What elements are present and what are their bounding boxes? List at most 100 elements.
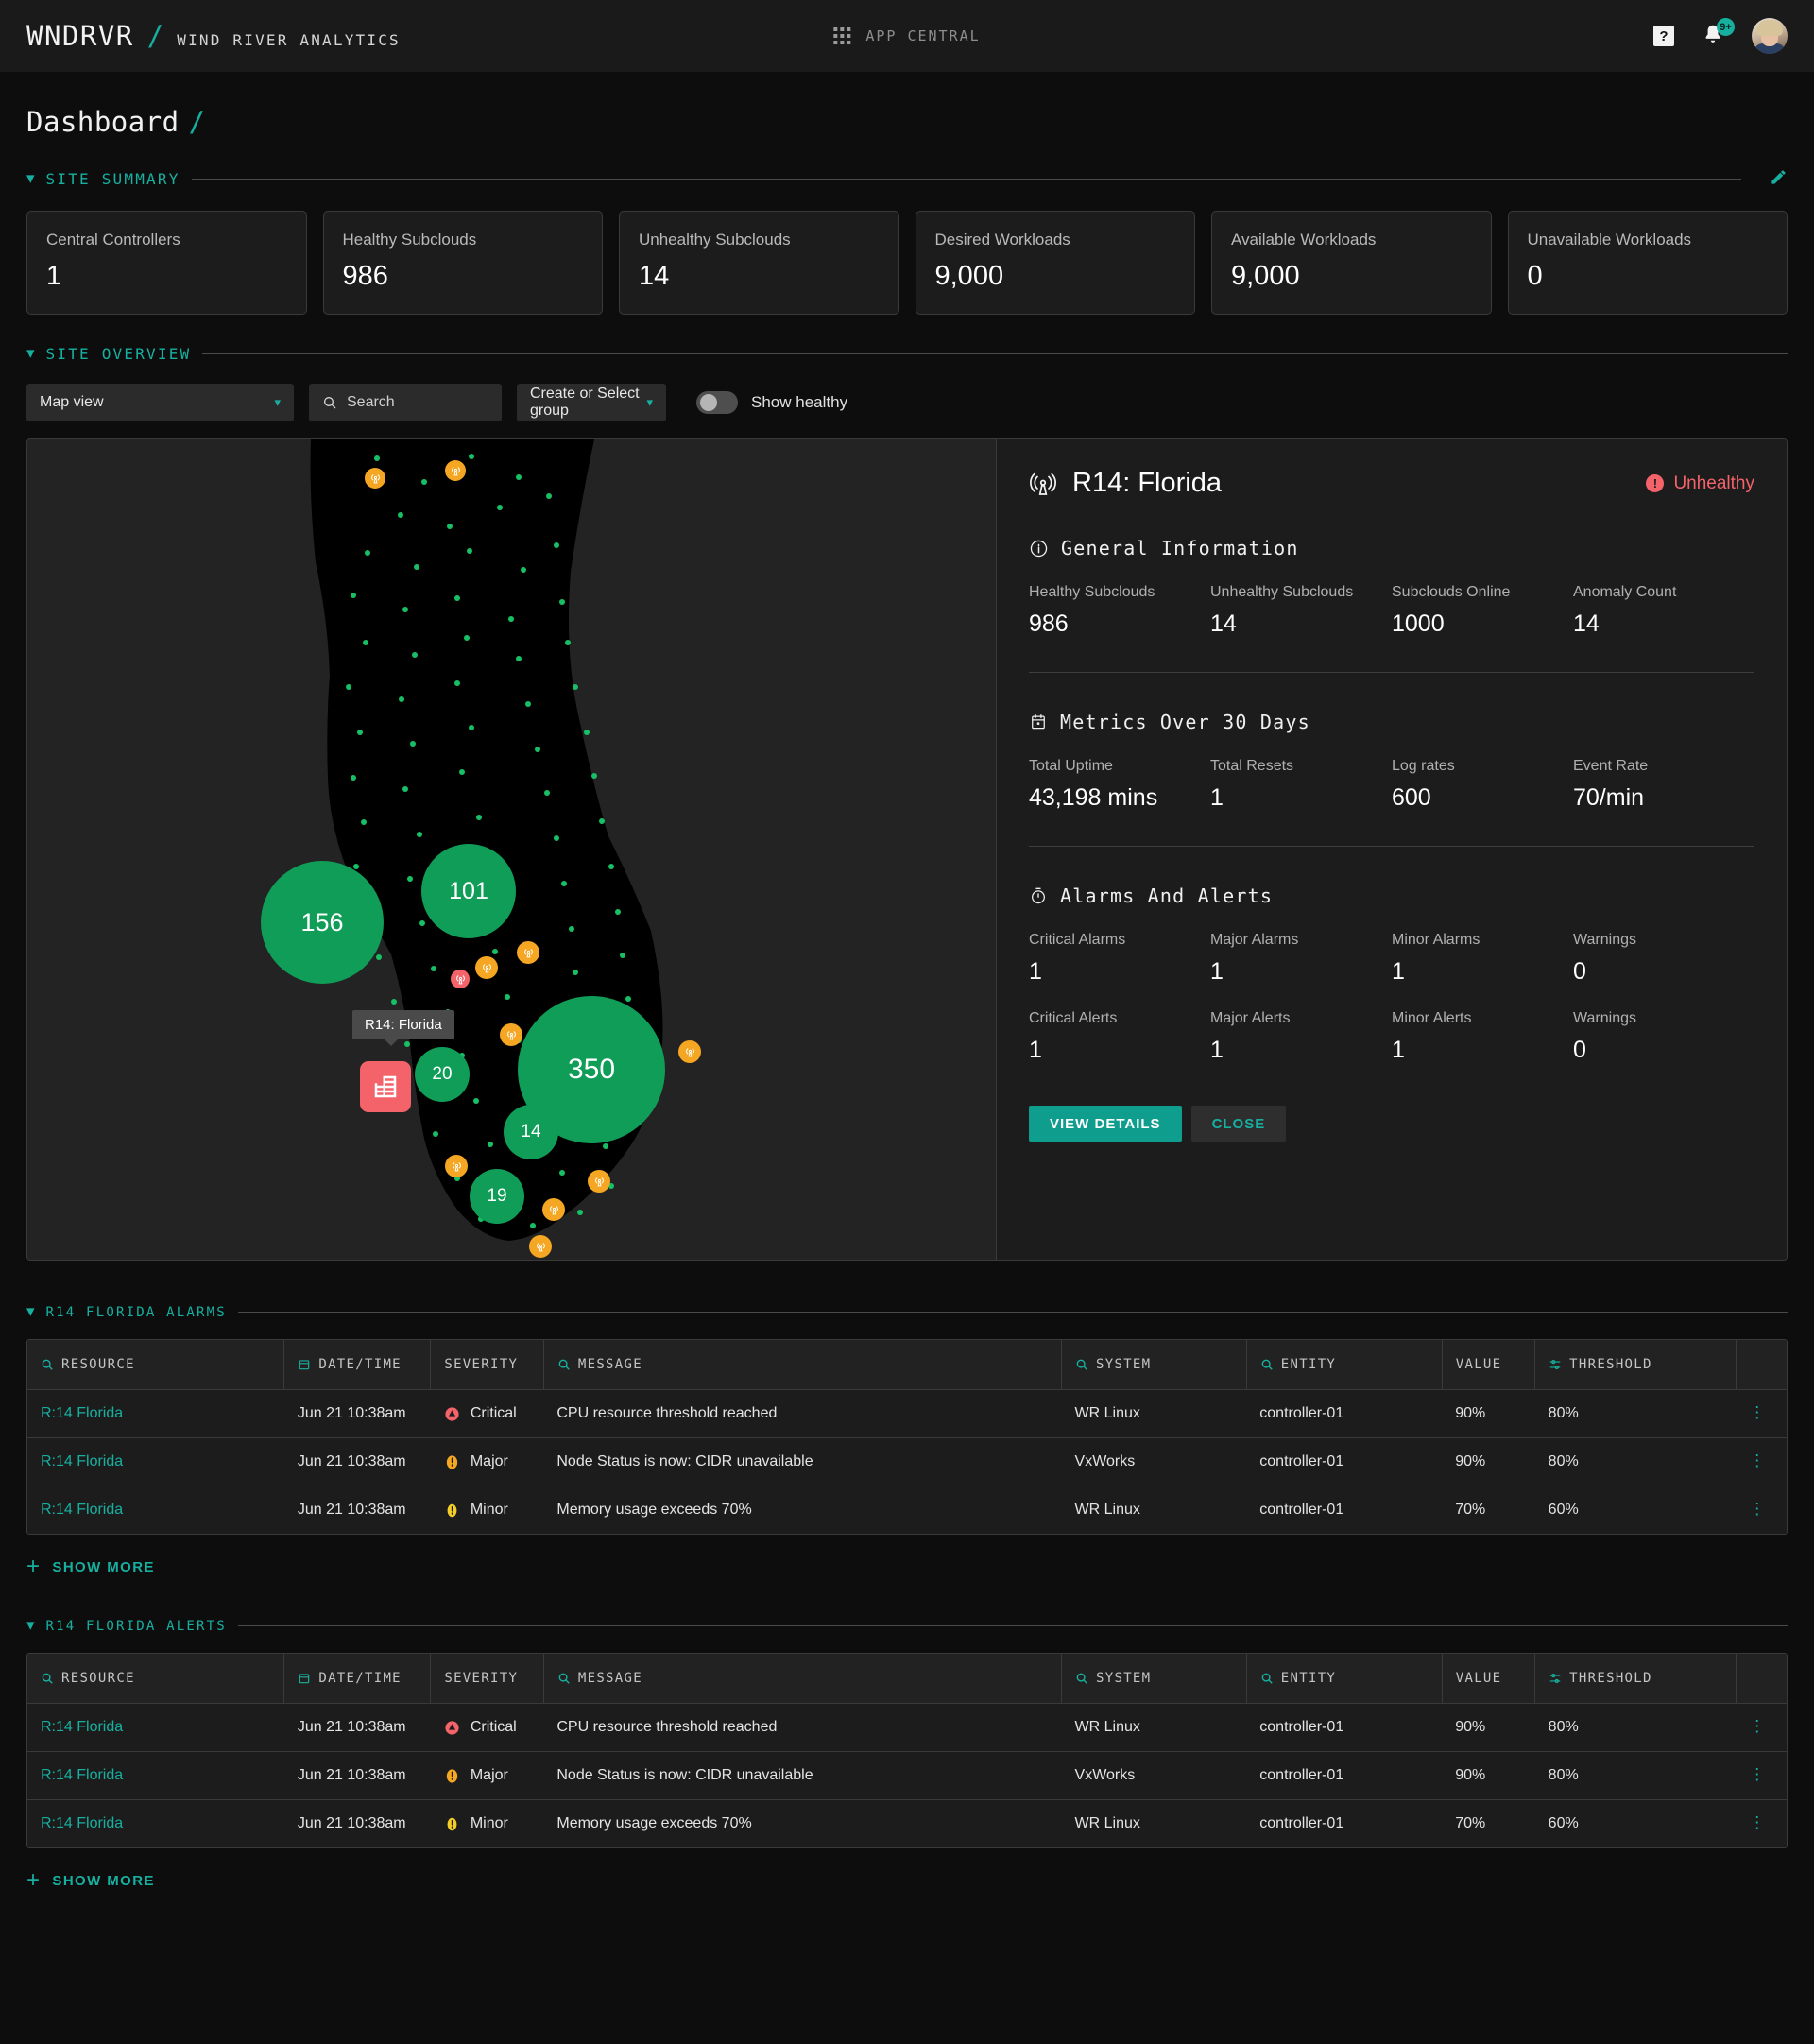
search-icon [1076,1673,1087,1684]
resource-link[interactable]: R:14 Florida [41,1815,123,1831]
avatar[interactable] [1752,18,1788,54]
notifications-button[interactable]: 9+ [1701,18,1735,49]
cell-actions: ⋮ [1736,1486,1787,1534]
help-icon[interactable]: ? [1653,26,1674,46]
view-details-button[interactable]: VIEW DETAILS [1029,1106,1182,1142]
panel-actions: VIEW DETAILS CLOSE [1029,1106,1754,1142]
column-message[interactable]: MESSAGE [543,1340,1063,1390]
table-row[interactable]: R:14 Florida Jun 21 10:38am Minor Memory… [27,1799,1787,1847]
severity-critical-icon [444,1719,461,1736]
table-row[interactable]: R:14 Florida Jun 21 10:38am Critical CPU… [27,1389,1787,1438]
column-datetime[interactable]: DATE/TIME [283,1654,432,1704]
column-severity[interactable]: SEVERITY [430,1654,544,1704]
brand-logo[interactable]: WNDRVR / WIND RIVER ANALYTICS [26,20,401,52]
column-resource[interactable]: RESOURCE [27,1654,285,1704]
resource-link[interactable]: R:14 Florida [41,1767,123,1783]
cell-threshold: 60% [1534,1799,1737,1847]
show-healthy-toggle[interactable] [696,391,738,414]
alarms-section-header[interactable]: ▾ R14 FLORIDA ALARMS [26,1303,1788,1320]
divider [237,1312,1788,1313]
search-placeholder: Search [347,394,395,410]
metric-minor-alerts: Minor Alerts 1 [1392,1010,1573,1064]
card-unavailable-workloads[interactable]: Unavailable Workloads 0 [1507,211,1788,315]
metric-label: Critical Alerts [1029,1010,1118,1026]
table-row[interactable]: R:14 Florida Jun 21 10:38am Major Node S… [27,1751,1787,1800]
edit-pencil-icon[interactable] [1770,168,1788,190]
column-entity[interactable]: ENTITY [1246,1654,1443,1704]
column-resource[interactable]: RESOURCE [27,1340,285,1390]
table-row[interactable]: R:14 Florida Jun 21 10:38am Minor Memory… [27,1486,1787,1534]
card-label: Unhealthy Subclouds [639,231,791,249]
row-menu-icon[interactable]: ⋮ [1749,1765,1765,1783]
brand-separator: / [146,20,164,52]
search-input[interactable]: Search [309,384,502,421]
search-icon [558,1673,570,1684]
cell-value: 90% [1442,1751,1535,1800]
column-entity[interactable]: ENTITY [1246,1340,1443,1390]
cell-entity: controller-01 [1246,1437,1443,1486]
selected-site-marker[interactable] [360,1061,411,1112]
row-menu-icon[interactable]: ⋮ [1749,1813,1765,1831]
alerts-show-more-button[interactable]: + SHOW MORE [26,1869,1788,1892]
cell-system: WR Linux [1061,1703,1247,1752]
filter-icon [1549,1359,1561,1370]
column-value[interactable]: VALUE [1442,1340,1536,1390]
top-bar: WNDRVR / WIND RIVER ANALYTICS APP CENTRA… [0,0,1814,72]
group-select[interactable]: Create or Select group ▾ [517,384,666,421]
resource-link[interactable]: R:14 Florida [41,1405,123,1421]
resource-link[interactable]: R:14 Florida [41,1453,123,1469]
alarms-show-more-button[interactable]: + SHOW MORE [26,1555,1788,1578]
site-summary-header[interactable]: ▾ SITE SUMMARY [26,168,1788,190]
column-datetime[interactable]: DATE/TIME [283,1340,432,1390]
status-label: Unhealthy [1673,472,1754,493]
close-button[interactable]: CLOSE [1190,1106,1287,1142]
app-central-launcher[interactable]: APP CENTRAL [833,27,980,44]
cluster-bubble: 19 [470,1169,524,1224]
column-system[interactable]: SYSTEM [1061,1654,1247,1704]
row-menu-icon[interactable]: ⋮ [1749,1717,1765,1735]
card-available-workloads[interactable]: Available Workloads 9,000 [1211,211,1492,315]
cell-value: 70% [1442,1486,1535,1534]
row-menu-icon[interactable]: ⋮ [1749,1451,1765,1469]
table-row[interactable]: R:14 Florida Jun 21 10:38am Critical CPU… [27,1703,1787,1752]
view-mode-select[interactable]: Map view ▾ [26,384,294,421]
page-bottom-spacer [0,1892,1814,1958]
cell-message: CPU resource threshold reached [543,1389,1062,1438]
column-threshold[interactable]: THRESHOLD [1534,1654,1737,1704]
brand-name: WNDRVR [26,20,134,52]
calendar-icon [299,1360,310,1370]
node-warning [365,468,385,489]
table-row[interactable]: R:14 Florida Jun 21 10:38am Major Node S… [27,1437,1787,1486]
site-overview-header[interactable]: ▾ SITE OVERVIEW [26,345,1788,363]
alerts-section-header[interactable]: ▾ R14 FLORIDA ALERTS [26,1617,1788,1634]
show-more-label: SHOW MORE [52,1558,155,1575]
column-threshold[interactable]: THRESHOLD [1534,1340,1737,1390]
row-menu-icon[interactable]: ⋮ [1749,1500,1765,1518]
cell-severity: Major [430,1751,544,1800]
column-system[interactable]: SYSTEM [1061,1340,1247,1390]
column-severity[interactable]: SEVERITY [430,1340,544,1390]
row-menu-icon[interactable]: ⋮ [1749,1403,1765,1421]
metric-critical-alerts: Critical Alerts 1 [1029,1010,1210,1064]
card-desired-workloads[interactable]: Desired Workloads 9,000 [915,211,1195,315]
card-central-controllers[interactable]: Central Controllers 1 [26,211,307,315]
cell-datetime: Jun 21 10:38am [283,1799,431,1847]
cell-message: Node Status is now: CIDR unavailable [543,1437,1062,1486]
cell-threshold: 60% [1534,1486,1737,1534]
column-value[interactable]: VALUE [1442,1654,1536,1704]
severity-label: Minor [470,1815,508,1831]
resource-link[interactable]: R:14 Florida [41,1502,123,1518]
column-message[interactable]: MESSAGE [543,1654,1063,1704]
panel-title: R14: Florida [1072,468,1222,498]
cell-message: CPU resource threshold reached [543,1703,1062,1752]
cluster-bubble: 14 [504,1105,558,1159]
metric-label: Unhealthy Subclouds [1210,584,1354,600]
map-view[interactable]: 156 101 20 350 14 19 R14: Florida [27,439,996,1260]
resource-link[interactable]: R:14 Florida [41,1719,123,1735]
card-unhealthy-subclouds[interactable]: Unhealthy Subclouds 14 [619,211,899,315]
cell-entity: controller-01 [1246,1486,1443,1534]
column-label: ENTITY [1280,1671,1337,1686]
plus-icon: + [26,1554,42,1579]
divider [237,1625,1788,1626]
card-healthy-subclouds[interactable]: Healthy Subclouds 986 [322,211,603,315]
